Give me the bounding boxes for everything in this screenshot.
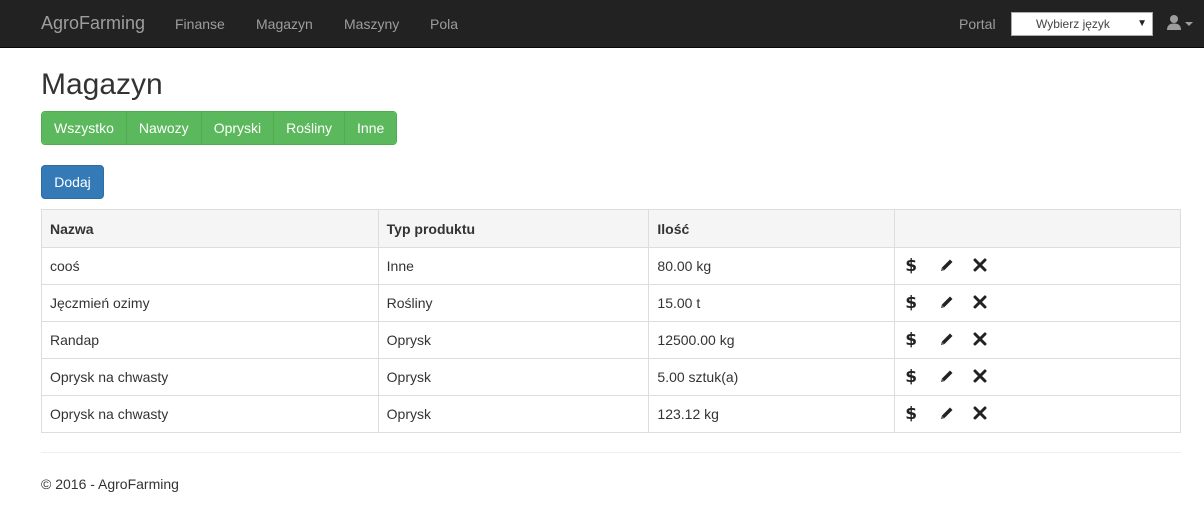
delete-button[interactable] [973,330,1007,350]
cell-type: Oprysk [377,321,650,359]
table-row: Jęczmień ozimy Rośliny 15.00 t $ [41,284,1181,322]
cell-actions: $ [894,284,1181,322]
nav-link-portal[interactable]: Portal [959,15,996,33]
cell-actions: $ [894,321,1181,359]
table-row: Oprysk na chwasty Oprysk 123.12 kg $ [41,395,1181,433]
remove-icon [973,258,987,275]
category-filter-group: Wszystko Nawozy Opryski Rośliny Inne [41,111,398,145]
pencil-icon [939,294,955,313]
filter-button-wszystko[interactable]: Wszystko [42,112,127,144]
sell-button[interactable]: $ [905,367,939,387]
table-row: Randap Oprysk 12500.00 kg $ [41,321,1181,359]
warehouse-table: Nazwa Typ produktu Ilość cooś Inne 80.00 k… [41,209,1181,433]
delete-button[interactable] [973,293,1007,313]
delete-button[interactable] [973,367,1007,387]
cell-type: Inne [377,247,650,285]
cell-quantity: 12500.00 kg [648,321,896,359]
cell-type: Oprysk [377,395,650,433]
sell-button[interactable]: $ [905,256,939,276]
cell-quantity: 5.00 sztuk(a) [648,358,896,396]
edit-button[interactable] [939,256,973,276]
user-menu[interactable] [1166,14,1196,34]
delete-button[interactable] [973,404,1007,424]
add-button[interactable]: Dodaj [41,165,104,199]
cell-actions: $ [894,358,1181,396]
filter-button-inne[interactable]: Inne [345,112,397,144]
pencil-icon [939,331,955,350]
edit-button[interactable] [939,404,973,424]
edit-button[interactable] [939,367,973,387]
edit-button[interactable] [939,330,973,350]
column-header-name: Nazwa [41,209,379,248]
user-icon [1167,15,1193,30]
filter-button-rosliny[interactable]: Rośliny [274,112,346,144]
language-select-value: Wybierz język [1036,17,1110,31]
filter-button-nawozy[interactable]: Nawozy [126,112,202,144]
navbar: AgroFarming Finanse Magazyn Maszyny Pola… [0,0,1204,48]
remove-icon [973,369,987,386]
remove-icon [973,295,987,312]
sell-button[interactable]: $ [905,330,939,350]
table-row: cooś Inne 80.00 kg $ [41,247,1181,285]
column-header-quantity: Ilość [648,209,896,248]
cell-quantity: 15.00 t [648,284,896,322]
column-header-actions [894,209,1181,248]
caret-down-icon: ▼ [1137,18,1147,29]
pencil-icon [939,257,955,276]
cell-name: Randap [41,321,379,359]
page-title: Magazyn [41,68,163,101]
pencil-icon [939,405,955,424]
dollar-icon: $ [905,293,918,313]
remove-icon [973,332,987,349]
pencil-icon [939,368,955,387]
cell-actions: $ [894,395,1181,433]
cell-type: Rośliny [377,284,650,322]
dollar-icon: $ [905,367,918,387]
language-select[interactable]: Wybierz język ▼ [1011,12,1153,36]
cell-name: Oprysk na chwasty [41,395,379,433]
nav-link-pola[interactable]: Pola [430,15,458,33]
dollar-icon: $ [905,330,918,350]
cell-name: cooś [41,247,379,285]
cell-name: Jęczmień ozimy [41,284,379,322]
cell-type: Oprysk [377,358,650,396]
sell-button[interactable]: $ [905,293,939,313]
footer-text: © 2016 - AgroFarming [41,476,179,492]
edit-button[interactable] [939,293,973,313]
cell-quantity: 80.00 kg [648,247,896,285]
remove-icon [973,406,987,423]
nav-link-maszyny[interactable]: Maszyny [344,15,399,33]
table-header-row: Nazwa Typ produktu Ilość [41,209,1181,248]
column-header-type: Typ produktu [377,209,650,248]
filter-button-opryski[interactable]: Opryski [201,112,275,144]
dollar-icon: $ [905,404,918,424]
cell-actions: $ [894,247,1181,285]
sell-button[interactable]: $ [905,404,939,424]
nav-link-magazyn[interactable]: Magazyn [256,15,313,33]
dollar-icon: $ [905,256,918,276]
cell-quantity: 123.12 kg [648,395,896,433]
delete-button[interactable] [973,256,1007,276]
table-row: Oprysk na chwasty Oprysk 5.00 sztuk(a) $ [41,358,1181,396]
footer-divider [41,452,1181,453]
brand-link[interactable]: AgroFarming [41,12,145,34]
cell-name: Oprysk na chwasty [41,358,379,396]
nav-link-finanse[interactable]: Finanse [175,15,225,33]
